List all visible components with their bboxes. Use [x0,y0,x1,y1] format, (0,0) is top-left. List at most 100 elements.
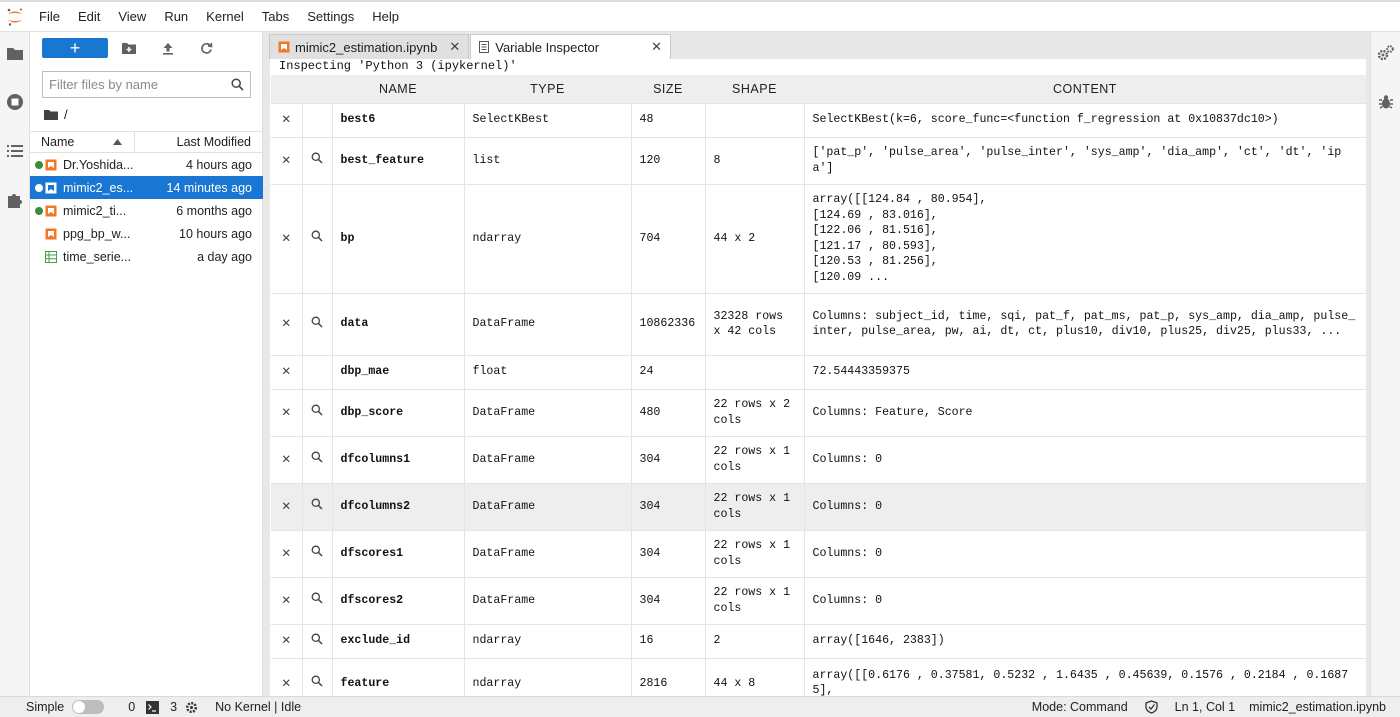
header-shape[interactable]: SHAPE [705,75,804,103]
home-folder-icon[interactable] [44,109,58,120]
delete-variable-icon[interactable]: ✕ [271,183,302,293]
tab-bar: mimic2_estimation.ipynb ✕ Variable Inspe… [269,34,672,59]
simple-mode-toggle[interactable] [72,700,105,714]
delete-variable-icon[interactable]: ✕ [271,576,302,624]
name-column-header[interactable]: Name [30,132,135,152]
debugger-bug-icon[interactable] [1377,93,1395,111]
file-row[interactable]: time_serie... a day ago [30,245,263,268]
close-tab-icon[interactable]: ✕ [651,39,662,55]
file-name: time_serie... [63,249,132,264]
delete-variable-icon[interactable]: ✕ [271,529,302,577]
close-tab-icon[interactable]: ✕ [449,39,460,55]
extensions-puzzle-icon[interactable] [4,189,26,211]
running-indicator-icon [35,230,43,238]
variable-name: data [331,292,464,355]
variable-row: ✕ bp ndarray 704 44 x 2 array([[124.84 , 80.9… [271,183,1366,293]
variable-type: list [463,136,631,184]
breadcrumb: / [44,107,68,122]
new-launcher-button[interactable]: + [42,38,108,58]
menu-file[interactable]: File [30,9,69,24]
header-name[interactable]: NAME [332,75,464,103]
file-row[interactable]: ppg_bp_w... 10 hours ago [30,222,263,245]
variable-row: ✕ dfcolumns2 DataFrame 304 22 rows x 1 cols C… [271,482,1366,530]
refresh-icon[interactable] [198,40,214,56]
variable-content: SelectKBest(k=6, score_func=<function f_… [803,102,1366,137]
inspect-variable-icon[interactable] [301,529,332,577]
inspect-variable-icon[interactable] [301,136,332,184]
inspect-variable-icon[interactable] [301,576,332,624]
header-spacer [302,75,332,103]
inspect-variable-icon[interactable] [301,435,332,483]
property-inspector-gears-icon[interactable] [1377,44,1395,62]
folder-icon[interactable] [4,42,26,64]
terminal-icon [146,700,160,714]
variable-type: DataFrame [463,482,631,530]
notebook-icon [45,182,57,194]
variable-name: bp [331,183,464,293]
variable-row: ✕ dbp_score DataFrame 480 22 rows x 2 cols Co… [271,388,1366,436]
delete-variable-icon[interactable]: ✕ [271,292,302,355]
header-type[interactable]: TYPE [464,75,631,103]
variable-type: ndarray [463,623,631,658]
last-modified-column-header[interactable]: Last Modified [135,135,263,149]
menu-kernel[interactable]: Kernel [197,9,253,24]
variable-name: dfcolumns1 [331,435,464,483]
table-of-contents-icon[interactable] [4,140,26,162]
breadcrumb-root[interactable]: / [64,107,68,122]
delete-variable-icon[interactable]: ✕ [271,435,302,483]
menu-edit[interactable]: Edit [69,9,109,24]
tab-label: Variable Inspector [495,39,600,55]
tab-variable-inspector[interactable]: Variable Inspector ✕ [470,34,671,59]
variable-shape: 22 rows x 1 cols [704,482,804,530]
inspect-variable-icon[interactable] [301,482,332,530]
kernel-status[interactable]: No Kernel | Idle [215,700,301,714]
delete-variable-icon[interactable]: ✕ [271,354,302,389]
file-row[interactable]: mimic2_ti... 6 months ago [30,199,263,222]
variable-type: DataFrame [463,388,631,436]
variable-type: DataFrame [463,292,631,355]
variable-row: ✕ dfscores2 DataFrame 304 22 rows x 1 cols Co… [271,576,1366,624]
cursor-position[interactable]: Ln 1, Col 1 [1175,700,1235,714]
menu-run[interactable]: Run [155,9,197,24]
delete-variable-icon[interactable]: ✕ [271,657,302,696]
menu-view[interactable]: View [109,9,155,24]
header-content[interactable]: CONTENT [804,75,1366,103]
variable-size: 304 [630,529,705,577]
kernel-count[interactable]: 3 [170,700,177,714]
terminal-count[interactable]: 0 [128,700,135,714]
filter-files-input[interactable] [49,77,229,92]
inspect-variable-icon[interactable] [301,657,332,696]
menu-settings[interactable]: Settings [298,9,363,24]
variable-name: feature [331,657,464,696]
running-kernels-icon[interactable] [4,91,26,113]
menu-help[interactable]: Help [363,9,408,24]
variable-shape: 44 x 2 [704,183,804,293]
inspect-variable-icon[interactable] [301,292,332,355]
inspect-variable-icon[interactable] [301,183,332,293]
variable-name: best6 [331,102,464,137]
delete-variable-icon[interactable]: ✕ [271,482,302,530]
jupyter-logo-icon[interactable] [0,2,30,32]
inspect-variable-icon[interactable] [301,623,332,658]
new-folder-icon[interactable] [121,40,137,56]
upload-icon[interactable] [160,40,176,56]
header-size[interactable]: SIZE [631,75,705,103]
variable-content: Columns: 0 [803,529,1366,577]
variable-size: 48 [630,102,705,137]
file-row[interactable]: Dr.Yoshida... 4 hours ago [30,153,263,176]
variable-content: Columns: 0 [803,576,1366,624]
tab-notebook[interactable]: mimic2_estimation.ipynb ✕ [269,34,470,59]
file-row[interactable]: mimic2_es... 14 minutes ago [30,176,263,199]
trusted-shield-icon[interactable] [1145,700,1158,714]
inspect-variable-icon[interactable] [301,388,332,436]
filter-files-field[interactable] [42,71,251,98]
delete-variable-icon[interactable]: ✕ [271,136,302,184]
delete-variable-icon[interactable]: ✕ [271,623,302,658]
delete-variable-icon[interactable]: ✕ [271,388,302,436]
delete-variable-icon[interactable]: ✕ [271,102,302,137]
variable-shape: 22 rows x 1 cols [704,529,804,577]
simple-mode-label: Simple [26,700,65,714]
menu-tabs[interactable]: Tabs [253,9,298,24]
running-indicator-icon [35,206,43,215]
variable-table-header: NAME TYPE SIZE SHAPE CONTENT [271,75,1366,103]
